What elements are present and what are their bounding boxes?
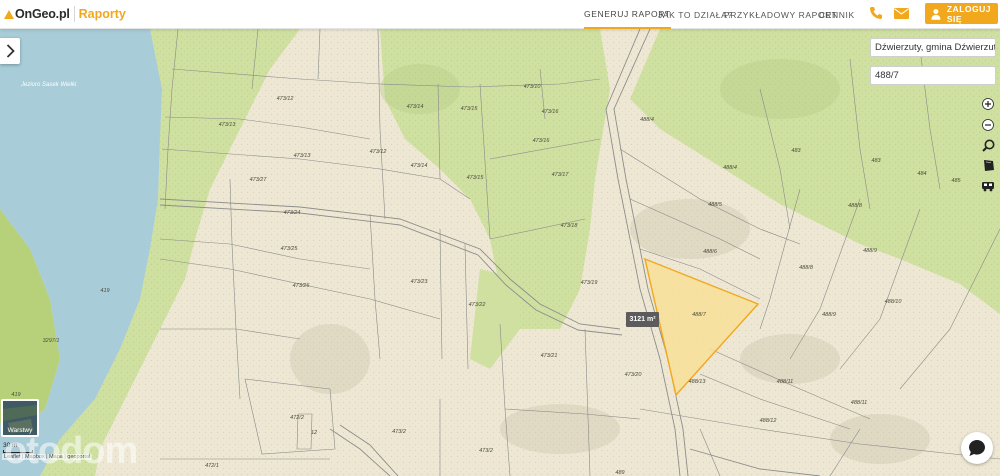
map-tools — [978, 94, 998, 197]
parcel-label: 473/22 — [468, 302, 486, 308]
parcel-label: 488/12 — [759, 418, 777, 424]
parcel-label: 473/14 — [410, 163, 428, 169]
magnifier-button[interactable] — [978, 135, 998, 155]
parcel-label: 472/2 — [290, 415, 304, 421]
minus-icon — [982, 118, 994, 131]
phone-icon[interactable] — [869, 6, 885, 20]
logo[interactable]: OnGeo.pl Raporty — [4, 5, 126, 23]
parcel-label: 473/19 — [580, 280, 598, 286]
parcel-label: 473/24 — [283, 210, 301, 216]
chat-button[interactable] — [961, 432, 993, 464]
lake-label: Jezioro Sasek Wielki — [21, 82, 77, 88]
parcel-label: 473/12 — [276, 96, 294, 102]
magnifier-icon — [981, 139, 994, 152]
parcel-label: 488/11 — [850, 400, 868, 406]
parcel-label: 488/6 — [703, 249, 717, 255]
map-canvas[interactable] — [0, 29, 1000, 476]
parcel-label: 488/10 — [884, 299, 902, 305]
parcel-label: 473/12 — [369, 149, 387, 155]
parcel-label: 473/26 — [292, 283, 310, 289]
parcel-label: 473/27 — [249, 177, 267, 183]
parcel-label: 488/11 — [776, 379, 794, 385]
parcel-label: 488/5 — [708, 202, 722, 208]
login-button[interactable]: ZALOGUJ SIĘ — [925, 3, 998, 24]
parcel-label: 484 — [917, 171, 927, 177]
parcel-label: 473/21 — [540, 353, 558, 359]
chevron-right-icon — [6, 44, 15, 58]
top-bar: OnGeo.pl Raporty GENERUJ RAPORT JAK TO D… — [0, 0, 1000, 29]
parcel-label: 3297/1 — [42, 338, 60, 344]
map-view[interactable]: Jezioro Sasek Wielki 473/10 473/12 473/1… — [0, 29, 1000, 476]
watermark: otodom — [4, 430, 138, 472]
parcel-label: 488/8 — [799, 265, 813, 271]
parcel-label: 473/20 — [624, 372, 642, 378]
parcel-label: 473/15 — [466, 175, 484, 181]
parcel-label: 473/23 — [410, 279, 428, 285]
selected-parcel-label: 488/7 — [692, 312, 706, 318]
login-label: ZALOGUJ SIĘ — [946, 3, 991, 24]
parcel-label: 485 — [951, 178, 961, 184]
parcel-label: 488/9 — [822, 312, 836, 318]
parcel-label: 473/10 — [523, 84, 541, 90]
parcel-label: 488/13 — [688, 379, 706, 385]
chat-bubble-icon — [969, 440, 985, 456]
brand-section: Raporty — [78, 7, 126, 21]
parcel-label: 488/8 — [848, 203, 862, 209]
vehicle-icon — [982, 182, 994, 192]
brand-name: OnGeo.pl — [15, 7, 70, 21]
parcel-label: 12 — [310, 430, 318, 436]
zoom-in-button[interactable] — [978, 94, 998, 114]
nav-how-it-works[interactable]: JAK TO DZIAŁA? — [658, 0, 733, 29]
parcel-label: 472/1 — [205, 463, 219, 469]
parcel-label: 473/25 — [280, 246, 298, 252]
parcel-label: 419 — [100, 288, 110, 294]
parcel-label: 483 — [791, 148, 801, 154]
location-search-input[interactable]: Dźwierzuty, gmina Dźwierzuty, powiat szc… — [870, 38, 996, 57]
parcel-label: 488/4 — [723, 165, 737, 171]
street-view-button[interactable] — [978, 176, 998, 196]
side-panel-toggle[interactable] — [0, 38, 20, 64]
parcel-label: 473/13 — [293, 153, 311, 159]
parcel-label: 473/14 — [406, 104, 424, 110]
parcel-label: 483 — [871, 158, 881, 164]
parcel-label: 473/15 — [460, 106, 478, 112]
user-icon — [931, 8, 941, 20]
parcel-label: 473/16 — [541, 109, 559, 115]
parcel-search-input[interactable]: 488/7 — [870, 66, 996, 85]
mail-icon[interactable] — [894, 6, 910, 20]
parcel-label: 488/9 — [863, 248, 877, 254]
map-layers-icon — [983, 160, 994, 171]
layers-button[interactable] — [978, 156, 998, 176]
parcel-label: 473/2 — [392, 429, 406, 435]
parcel-label: 473/2 — [479, 448, 493, 454]
parcel-label: 473/17 — [551, 172, 569, 178]
logo-triangle-icon — [4, 9, 14, 19]
zoom-out-button[interactable] — [978, 115, 998, 135]
area-badge: 3121 m² — [626, 312, 659, 327]
logo-divider — [73, 6, 75, 22]
parcel-label: 488/4 — [640, 117, 654, 123]
nav-pricing[interactable]: CENNIK — [819, 0, 855, 29]
parcel-label: 473/18 — [560, 223, 578, 229]
plus-icon — [982, 98, 994, 110]
parcel-label: 473/16 — [532, 138, 550, 144]
parcel-label: 419 — [11, 392, 21, 398]
parcel-label: 489 — [615, 470, 625, 476]
parcel-label: 473/13 — [218, 122, 236, 128]
